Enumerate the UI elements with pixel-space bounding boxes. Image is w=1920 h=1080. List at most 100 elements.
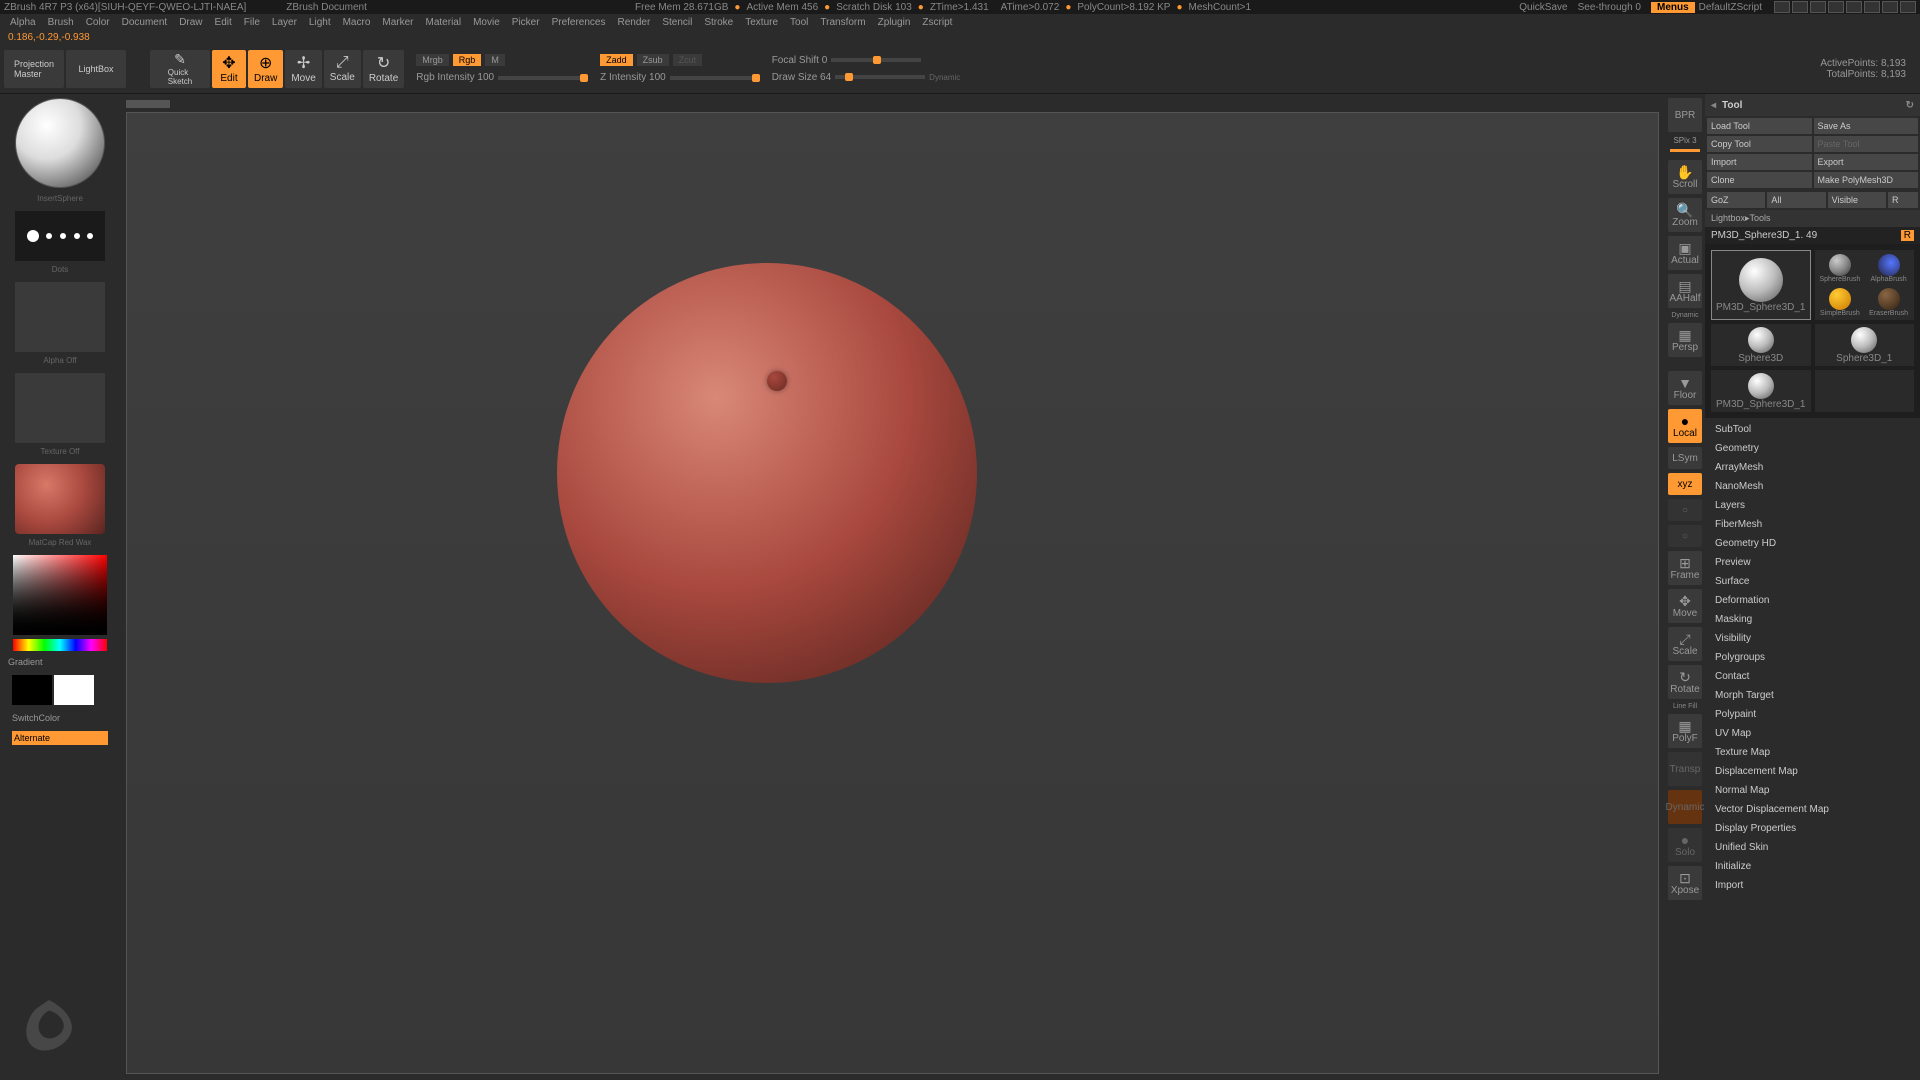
section-surface[interactable]: Surface [1705, 572, 1920, 591]
menu-brush[interactable]: Brush [42, 17, 80, 28]
menu-stroke[interactable]: Stroke [698, 17, 739, 28]
section-morph-target[interactable]: Morph Target [1705, 686, 1920, 705]
goz-visible-button[interactable]: Visible [1828, 192, 1886, 208]
section-import[interactable]: Import [1705, 876, 1920, 895]
section-masking[interactable]: Masking [1705, 610, 1920, 629]
zoom-button[interactable]: 🔍Zoom [1668, 198, 1702, 232]
persp-button[interactable]: ▦Persp [1668, 323, 1702, 357]
save-as-button[interactable]: Save As [1814, 118, 1919, 134]
menu-file[interactable]: File [238, 17, 266, 28]
menu-zscript[interactable]: Zscript [916, 17, 958, 28]
quicksave-button[interactable]: QuickSave [1519, 2, 1567, 13]
seethrough-slider[interactable]: See-through 0 [1578, 2, 1641, 13]
polyf-button[interactable]: ▦PolyF [1668, 714, 1702, 748]
zadd-button[interactable]: Zadd [600, 54, 633, 66]
material-selector[interactable] [15, 464, 105, 534]
load-tool-button[interactable]: Load Tool [1707, 118, 1812, 134]
menu-alpha[interactable]: Alpha [4, 17, 42, 28]
section-displacement-map[interactable]: Displacement Map [1705, 762, 1920, 781]
axis-z-button[interactable]: ○ [1668, 525, 1702, 547]
viewport-canvas[interactable] [126, 112, 1659, 1074]
default-zscript[interactable]: DefaultZScript [1699, 2, 1762, 13]
color-picker[interactable] [13, 555, 107, 635]
section-texture-map[interactable]: Texture Map [1705, 743, 1920, 762]
focal-shift-slider[interactable] [831, 58, 921, 62]
win-btn-2[interactable] [1792, 1, 1808, 13]
section-uv-map[interactable]: UV Map [1705, 724, 1920, 743]
xyz-button[interactable]: xyz [1668, 473, 1702, 495]
menu-draw[interactable]: Draw [173, 17, 208, 28]
section-arraymesh[interactable]: ArrayMesh [1705, 458, 1920, 477]
brush-selector[interactable] [15, 98, 105, 188]
menus-toggle[interactable]: Menus [1651, 2, 1695, 13]
draw-size-slider[interactable] [835, 75, 925, 79]
menu-preferences[interactable]: Preferences [546, 17, 612, 28]
win-close[interactable] [1900, 1, 1916, 13]
rgb-button[interactable]: Rgb [453, 54, 482, 66]
win-btn-5[interactable] [1846, 1, 1862, 13]
section-display-properties[interactable]: Display Properties [1705, 819, 1920, 838]
quick-sketch-button[interactable]: ✎Quick Sketch [150, 50, 210, 88]
lsym-button[interactable]: LSym [1668, 447, 1702, 469]
menu-picker[interactable]: Picker [506, 17, 546, 28]
lightbox-button[interactable]: LightBox [66, 50, 126, 88]
solo-button[interactable]: ●Solo [1668, 828, 1702, 862]
menu-macro[interactable]: Macro [337, 17, 377, 28]
win-btn-4[interactable] [1828, 1, 1844, 13]
zsub-button[interactable]: Zsub [637, 54, 669, 66]
bpr-button[interactable]: BPR [1668, 98, 1702, 132]
loop-icon[interactable]: ↻ [1906, 100, 1914, 111]
menu-document[interactable]: Document [116, 17, 174, 28]
menu-stencil[interactable]: Stencil [656, 17, 698, 28]
alternate-button[interactable]: Alternate [12, 731, 108, 745]
win-min[interactable] [1864, 1, 1880, 13]
scale-view-button[interactable]: ⤢Scale [1668, 627, 1702, 661]
section-preview[interactable]: Preview [1705, 553, 1920, 572]
alpha-selector[interactable] [15, 282, 105, 352]
rgb-intensity-slider[interactable] [498, 76, 588, 80]
section-deformation[interactable]: Deformation [1705, 591, 1920, 610]
section-nanomesh[interactable]: NanoMesh [1705, 477, 1920, 496]
section-subtool[interactable]: SubTool [1705, 420, 1920, 439]
export-button[interactable]: Export [1814, 154, 1919, 170]
hue-bar[interactable] [13, 639, 107, 651]
stroke-selector[interactable] [15, 211, 105, 261]
xpose-button[interactable]: ⊡Xpose [1668, 866, 1702, 900]
m-button[interactable]: M [485, 54, 505, 66]
mrgb-button[interactable]: Mrgb [416, 54, 449, 66]
spix-label[interactable]: SPix 3 [1673, 136, 1696, 145]
tool-panel-header[interactable]: ◂ Tool ↻ [1705, 94, 1920, 116]
clone-button[interactable]: Clone [1707, 172, 1812, 188]
actual-button[interactable]: ▣Actual [1668, 236, 1702, 270]
menu-light[interactable]: Light [303, 17, 337, 28]
menu-texture[interactable]: Texture [739, 17, 784, 28]
lightbox-tools-button[interactable]: Lightbox▸Tools [1705, 210, 1920, 227]
move-view-button[interactable]: ✥Move [1668, 589, 1702, 623]
tool-sphere3d[interactable]: Sphere3D [1711, 324, 1811, 366]
goz-all-button[interactable]: All [1767, 192, 1825, 208]
doc-tab[interactable] [126, 100, 170, 108]
transp-button[interactable]: Transp [1668, 752, 1702, 786]
zcut-button[interactable]: Zcut [673, 54, 703, 66]
rotate-view-button[interactable]: ↻Rotate [1668, 665, 1702, 699]
menu-edit[interactable]: Edit [209, 17, 238, 28]
draw-mode-button[interactable]: ⊕Draw [248, 50, 283, 88]
win-btn-3[interactable] [1810, 1, 1826, 13]
menu-layer[interactable]: Layer [266, 17, 303, 28]
paste-tool-button[interactable]: Paste Tool [1814, 136, 1919, 152]
primary-color-swatch[interactable] [54, 675, 94, 705]
menu-tool[interactable]: Tool [784, 17, 814, 28]
menu-material[interactable]: Material [420, 17, 468, 28]
menu-render[interactable]: Render [612, 17, 657, 28]
aahalf-button[interactable]: ▤AAHalf [1668, 274, 1702, 308]
switch-color-button[interactable]: SwitchColor [4, 711, 116, 725]
section-geometry[interactable]: Geometry [1705, 439, 1920, 458]
tool-sphere3d-1[interactable]: Sphere3D_1 [1815, 324, 1915, 366]
section-visibility[interactable]: Visibility [1705, 629, 1920, 648]
goz-r-button[interactable]: R [1888, 192, 1918, 208]
tool-eraserbrush[interactable]: EraserBrush [1865, 288, 1912, 317]
make-polymesh-button[interactable]: Make PolyMesh3D [1814, 172, 1919, 188]
win-max[interactable] [1882, 1, 1898, 13]
section-polygroups[interactable]: Polygroups [1705, 648, 1920, 667]
menu-transform[interactable]: Transform [814, 17, 871, 28]
